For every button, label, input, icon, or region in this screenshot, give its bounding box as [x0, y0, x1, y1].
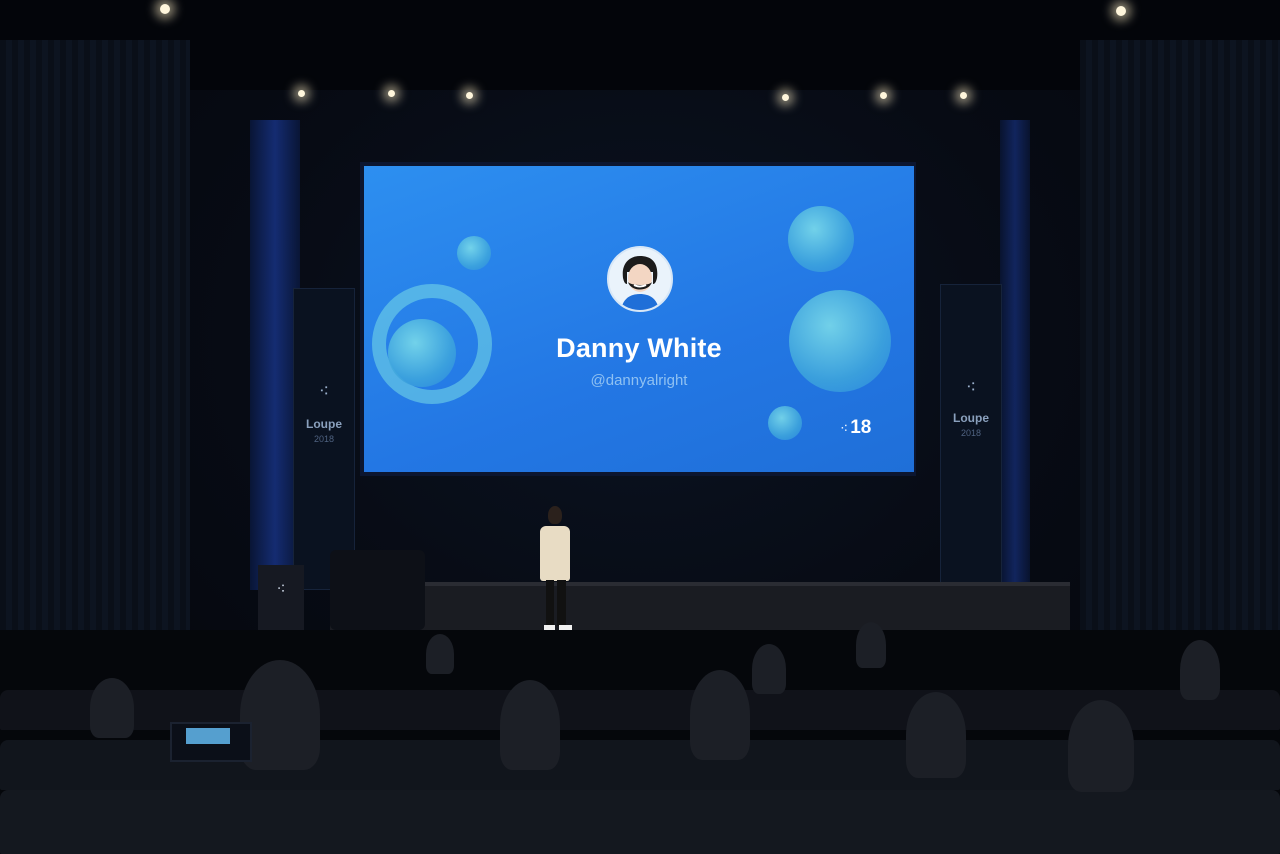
stage-spotlight [466, 92, 473, 99]
stage-spotlight [388, 90, 395, 97]
left-banner: ⁖ Loupe 2018 [293, 288, 355, 590]
ceiling-light [1116, 6, 1126, 16]
orb-decoration [457, 236, 491, 270]
audience-member [240, 660, 320, 770]
camera-monitor [170, 722, 252, 762]
loupe-logo-icon: ⁖ [840, 419, 849, 436]
audience-member [90, 678, 134, 738]
stage-spotlight [960, 92, 967, 99]
loupe-logo-icon: ⁖ [965, 377, 977, 397]
loupe-logo-icon: ⁖ [318, 381, 330, 401]
stage-spotlight [298, 90, 305, 97]
right-wall-panel [1080, 40, 1280, 640]
stage-spotlight [880, 92, 887, 99]
seat-row [0, 790, 1280, 854]
speaker-avatar [607, 246, 673, 312]
monitor-screen [186, 728, 230, 744]
speaker-name: Danny White [556, 333, 722, 363]
audience-member [690, 670, 750, 760]
audience-member [500, 680, 560, 770]
audience-member [426, 634, 454, 674]
video-camera [330, 550, 425, 630]
banner-name: Loupe [306, 417, 342, 431]
orb-decoration [788, 206, 854, 272]
orb-decoration [768, 406, 802, 440]
stage-spotlight [782, 94, 789, 101]
ceiling-light [160, 4, 170, 14]
event-year: 18 [850, 417, 872, 438]
audience-member [752, 644, 786, 694]
event-logo: ⁖ 18 [840, 417, 871, 439]
right-banner: ⁖ Loupe 2018 [940, 284, 1002, 586]
audience-member [856, 622, 886, 668]
conference-auditorium-photo: Danny White @dannyalright ⁖ 18 ⁖ Loupe 2… [0, 0, 1280, 854]
banner-year: 2018 [960, 428, 982, 438]
right-curtain [1000, 120, 1030, 590]
banner-year: 2018 [313, 434, 335, 444]
speaker-handle: @dannyalright [590, 372, 688, 389]
presenter-legs [546, 580, 566, 626]
audience-member [1180, 640, 1220, 700]
loupe-logo-icon: ⁖ [276, 581, 286, 598]
left-wall-panel [0, 40, 190, 640]
presenter-on-stage [534, 506, 594, 636]
banner-name: Loupe [953, 411, 989, 425]
audience-member [906, 692, 966, 778]
presenter-head [548, 506, 562, 524]
projection-screen-slide: Danny White @dannyalright ⁖ 18 [364, 166, 914, 472]
audience-member [1068, 700, 1134, 792]
stage-edge [330, 582, 1070, 586]
avatar-illustration [621, 256, 659, 310]
presenter-sweater [540, 526, 570, 581]
